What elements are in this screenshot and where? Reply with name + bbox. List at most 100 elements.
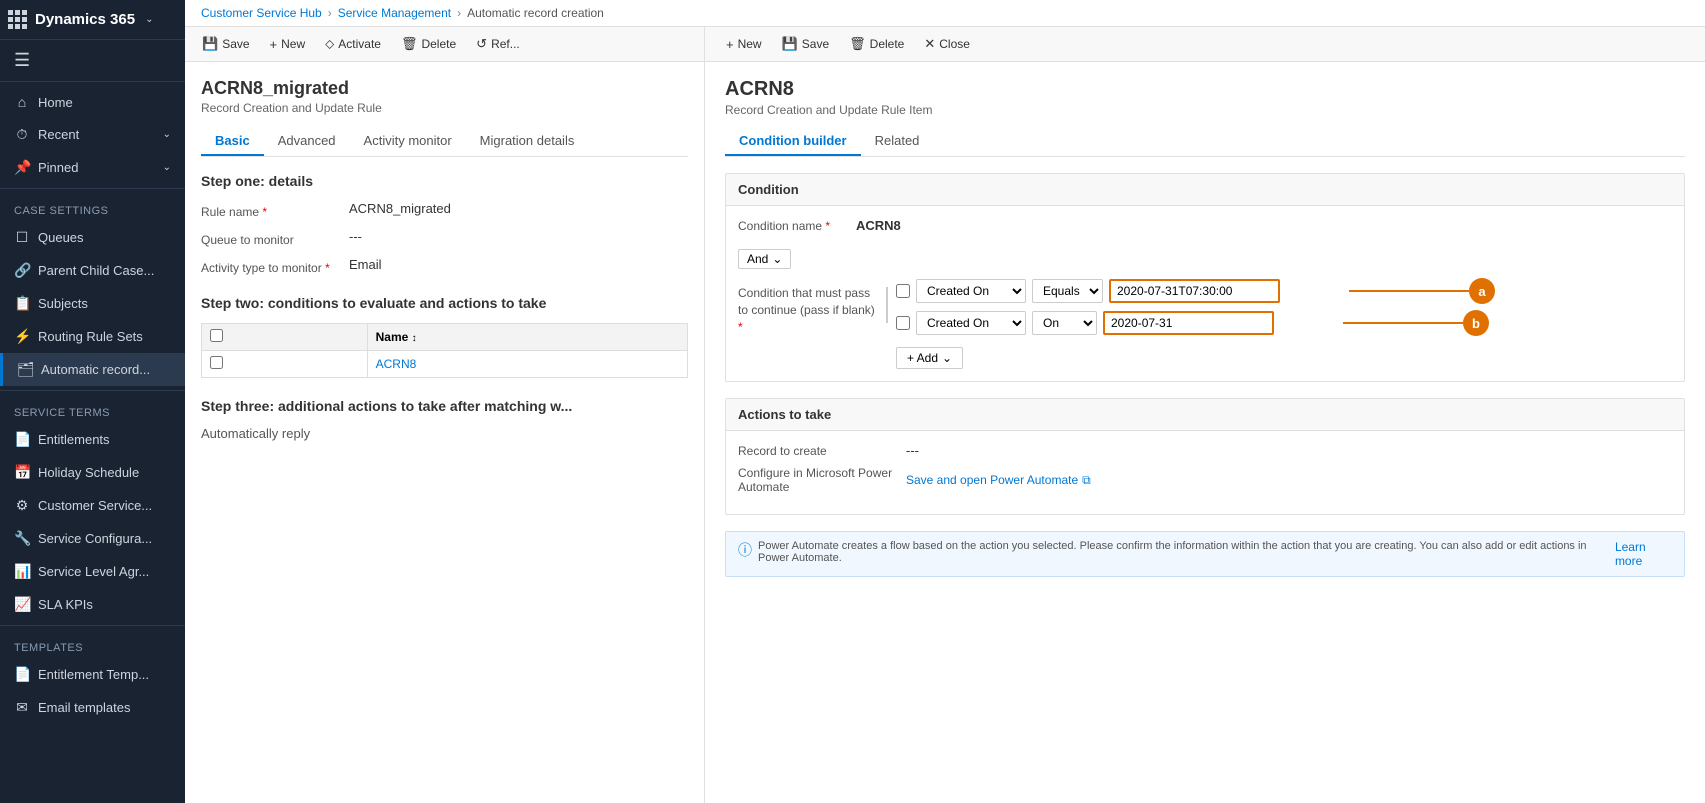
learn-more-link[interactable]: Learn more xyxy=(1615,540,1672,568)
sidebar-item-service-configura[interactable]: 🔧 Service Configura... xyxy=(0,522,185,555)
and-badge[interactable]: And ⌄ xyxy=(738,249,791,269)
condition-name-row: Condition name * ACRN8 xyxy=(738,218,1672,233)
sidebar-item-pinned[interactable]: 📌 Pinned ⌄ xyxy=(0,151,185,184)
step2-title: Step two: conditions to evaluate and act… xyxy=(201,295,688,311)
tab-activity-monitor[interactable]: Activity monitor xyxy=(350,127,466,156)
hamburger-icon[interactable]: ☰ xyxy=(0,40,185,82)
cond2-checkbox[interactable] xyxy=(896,316,910,330)
right-record-title: ACRN8 xyxy=(725,78,1685,101)
right-new-label: New xyxy=(738,37,762,51)
table-row: ACRN8 xyxy=(202,351,688,378)
sidebar-item-holiday-schedule[interactable]: 📅 Holiday Schedule xyxy=(0,456,185,489)
right-delete-button[interactable]: 🗑 Delete xyxy=(840,31,913,57)
cond1-field-select[interactable]: Created On xyxy=(916,279,1026,303)
save-button[interactable]: 💾 Save xyxy=(193,31,259,57)
refresh-button[interactable]: ↺ Ref... xyxy=(467,31,529,57)
power-automate-link[interactable]: Save and open Power Automate ⧉ xyxy=(906,473,1091,488)
tab-basic[interactable]: Basic xyxy=(201,127,264,156)
sidebar-item-recent[interactable]: ⏱ Recent ⌄ xyxy=(0,118,185,151)
queues-icon: ☐ xyxy=(14,229,30,246)
sidebar-item-subjects[interactable]: 📋 Subjects xyxy=(0,287,185,320)
breadcrumb: Customer Service Hub › Service Managemen… xyxy=(185,0,1705,27)
callout-a-area: a xyxy=(1349,278,1495,304)
right-close-button[interactable]: ✕ Close xyxy=(915,31,979,57)
tab-advanced[interactable]: Advanced xyxy=(264,127,350,156)
add-btn-row: + Add ⌄ xyxy=(896,343,1672,369)
sidebar-item-automatic-record[interactable]: 🗂 Automatic record... xyxy=(0,353,185,386)
sidebar-divider-3 xyxy=(0,625,185,626)
sidebar-subjects-label: Subjects xyxy=(38,296,88,311)
cond2-operator-select[interactable]: On xyxy=(1032,311,1097,335)
breadcrumb-link-csm[interactable]: Customer Service Hub xyxy=(201,6,322,20)
external-link-icon: ⧉ xyxy=(1082,473,1091,488)
right-tab-nav: Condition builder Related xyxy=(725,127,1685,157)
sidebar-item-routing-rule-sets[interactable]: ⚡ Routing Rule Sets xyxy=(0,320,185,353)
add-condition-button[interactable]: + Add ⌄ xyxy=(896,347,963,369)
condition-row-1: Created On Equals xyxy=(896,279,1672,303)
app-chevron[interactable]: ⌄ xyxy=(145,14,153,25)
left-record-subtitle: Record Creation and Update Rule xyxy=(201,101,688,115)
new-button[interactable]: + New xyxy=(261,32,315,57)
case-settings-title: Case Settings xyxy=(0,193,185,221)
tab-related[interactable]: Related xyxy=(861,127,934,156)
plus-icon: + xyxy=(726,37,734,52)
cond2-field-select[interactable]: Created On xyxy=(916,311,1026,335)
row-check xyxy=(202,351,368,378)
row-checkbox[interactable] xyxy=(210,356,223,369)
right-save-button[interactable]: 💾 Save xyxy=(773,31,839,57)
record-create-label: Record to create xyxy=(738,444,898,458)
tab-condition-builder[interactable]: Condition builder xyxy=(725,127,861,156)
entitlements-icon: 📄 xyxy=(14,431,30,448)
select-all-checkbox[interactable] xyxy=(210,329,223,342)
condition-name-label: Condition name * xyxy=(738,219,848,233)
breadcrumb-link-sm[interactable]: Service Management xyxy=(338,6,451,20)
condition-box-header: Condition xyxy=(726,174,1684,206)
right-toolbar: + New 💾 Save 🗑 Delete ✕ Close xyxy=(705,27,1705,62)
cond1-operator-select[interactable]: Equals xyxy=(1032,279,1103,303)
sidebar-item-entitlement-temp[interactable]: 📄 Entitlement Temp... xyxy=(0,658,185,691)
sidebar-service-configura-label: Service Configura... xyxy=(38,531,152,546)
rule-name-label: Rule name * xyxy=(201,201,341,219)
sidebar-recent-label: Recent xyxy=(38,127,79,142)
delete-icon: 🗑 xyxy=(401,36,418,52)
close-icon: ✕ xyxy=(924,36,935,52)
left-toolbar: 💾 Save + New ⬦ Activate 🗑 Delete ↺ R xyxy=(185,27,704,62)
sidebar-divider xyxy=(0,188,185,189)
sidebar-top: Dynamics 365 ⌄ xyxy=(0,0,185,40)
cond2-value-input[interactable] xyxy=(1103,311,1274,335)
cond1-value-input[interactable] xyxy=(1109,279,1280,303)
condition-label-text: Condition that must pass to continue (pa… xyxy=(738,285,878,335)
row-name: ACRN8 xyxy=(367,351,687,378)
right-new-button[interactable]: + New xyxy=(717,32,771,57)
sidebar-item-sla-kpis[interactable]: 📈 SLA KPIs xyxy=(0,588,185,621)
add-label: + Add xyxy=(907,351,938,365)
sidebar-item-email-templates[interactable]: ✉ Email templates xyxy=(0,691,185,724)
record-create-value: --- xyxy=(906,443,919,458)
sidebar-item-entitlements[interactable]: 📄 Entitlements xyxy=(0,423,185,456)
left-pane: 💾 Save + New ⬦ Activate 🗑 Delete ↺ R xyxy=(185,27,705,803)
record-to-create-row: Record to create --- xyxy=(738,443,1672,458)
step1-title: Step one: details xyxy=(201,173,688,189)
callout-b-circle: b xyxy=(1463,310,1489,336)
sidebar-queues-label: Queues xyxy=(38,230,84,245)
right-close-label: Close xyxy=(939,37,970,51)
activate-button[interactable]: ⬦ Activate xyxy=(316,31,390,57)
row-name-link[interactable]: ACRN8 xyxy=(376,357,417,371)
actions-box-body: Record to create --- Configure in Micros… xyxy=(726,431,1684,514)
activate-label: Activate xyxy=(338,37,381,51)
right-save-label: Save xyxy=(802,37,829,51)
chevron-down-icon: ⌄ xyxy=(163,129,171,140)
sidebar-item-home[interactable]: ⌂ Home xyxy=(0,86,185,118)
waffle-icon[interactable] xyxy=(8,10,27,29)
conditions-rows: Created On Equals xyxy=(896,279,1672,369)
sidebar-item-service-level-agr[interactable]: 📊 Service Level Agr... xyxy=(0,555,185,588)
configure-label-text: Configure in Microsoft Power Automate xyxy=(738,466,892,494)
sidebar-item-customer-service[interactable]: ⚙ Customer Service... xyxy=(0,489,185,522)
service-terms-title: Service Terms xyxy=(0,395,185,423)
tab-migration-details[interactable]: Migration details xyxy=(466,127,589,156)
delete-button[interactable]: 🗑 Delete xyxy=(392,31,465,57)
sidebar-item-parent-child[interactable]: 🔗 Parent Child Case... xyxy=(0,254,185,287)
cond1-checkbox[interactable] xyxy=(896,284,910,298)
holiday-icon: 📅 xyxy=(14,464,30,481)
sidebar-item-queues[interactable]: ☐ Queues xyxy=(0,221,185,254)
